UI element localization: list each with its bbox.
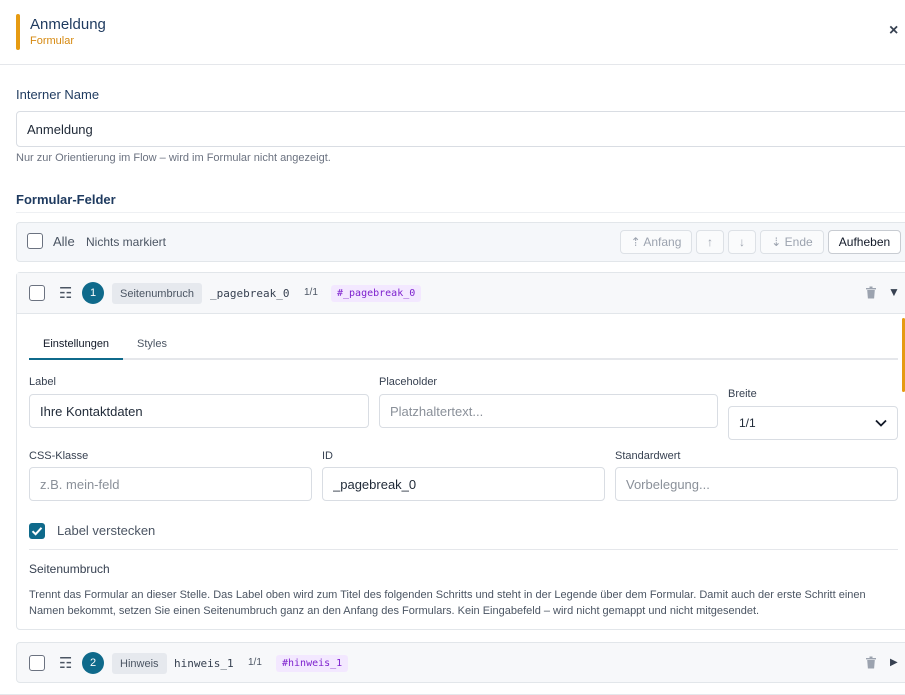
hide-label-checkbox[interactable] xyxy=(29,523,45,539)
modal-title: Anmeldung xyxy=(30,16,106,33)
trash-icon[interactable] xyxy=(865,286,877,299)
field-type-badge: Hinweis xyxy=(112,653,167,674)
label-input[interactable] xyxy=(29,394,369,428)
expand-chevron-icon[interactable]: ▶ xyxy=(890,657,898,668)
placeholder-field-label: Placeholder xyxy=(379,376,438,388)
field-id-tag: #hinweis_1 xyxy=(276,655,349,672)
field-type-badge: Seitenumbruch xyxy=(112,283,202,304)
field-card-pagebreak: ☶ 1 Seitenumbruch _pagebreak_0 1/1 #_pag… xyxy=(16,272,905,630)
field-select-checkbox[interactable] xyxy=(29,285,45,301)
move-to-end-button[interactable]: ⇣ Ende xyxy=(760,230,824,254)
field-width: 1/1 xyxy=(248,657,262,668)
field-number-badge: 1 xyxy=(82,282,104,304)
checkmark-icon xyxy=(31,527,43,536)
placeholder-input[interactable] xyxy=(379,394,718,428)
internal-name-help: Nur zur Orientierung im Flow – wird im F… xyxy=(16,152,331,164)
width-select-value: 1/1 xyxy=(739,416,756,430)
tab-styles[interactable]: Styles xyxy=(137,338,167,350)
field-number-badge: 2 xyxy=(82,652,104,674)
css-class-field-label: CSS-Klasse xyxy=(29,450,89,462)
id-input[interactable] xyxy=(322,467,605,501)
label-field-label: Label xyxy=(29,376,56,388)
collapse-chevron-icon[interactable]: ▼ xyxy=(888,285,900,299)
select-all-label: Alle xyxy=(53,234,75,249)
select-all-checkbox[interactable] xyxy=(27,233,43,249)
default-value-input[interactable] xyxy=(615,467,898,501)
field-tabs: Einstellungen Styles xyxy=(29,329,898,360)
close-icon[interactable]: × xyxy=(889,22,898,40)
info-divider xyxy=(29,549,898,550)
move-up-button[interactable]: ↑ xyxy=(696,230,724,254)
css-class-input[interactable] xyxy=(29,467,312,501)
field-select-checkbox[interactable] xyxy=(29,655,45,671)
drag-handle-icon[interactable]: ☶ xyxy=(59,654,72,672)
clear-selection-button[interactable]: Aufheben xyxy=(828,230,901,254)
width-field-label: Breite xyxy=(728,388,757,400)
field-card-header[interactable]: ☶ 1 Seitenumbruch _pagebreak_0 1/1 #_pag… xyxy=(17,273,905,314)
move-down-button[interactable]: ↓ xyxy=(728,230,756,254)
move-to-start-button[interactable]: ⇡ Anfang xyxy=(620,230,692,254)
modal-subtitle: Formular xyxy=(30,35,75,47)
field-name: hinweis_1 xyxy=(174,657,234,670)
internal-name-input[interactable] xyxy=(16,111,905,147)
default-value-field-label: Standardwert xyxy=(615,450,681,462)
chevron-down-icon xyxy=(875,419,887,427)
field-name: _pagebreak_0 xyxy=(210,287,290,300)
id-field-label: ID xyxy=(322,450,333,462)
selection-status: Nichts markiert xyxy=(86,235,167,249)
field-width: 1/1 xyxy=(304,287,318,298)
hide-label-text: Label verstecken xyxy=(57,523,156,538)
trash-icon[interactable] xyxy=(865,656,877,669)
drag-handle-icon[interactable]: ☶ xyxy=(59,284,72,302)
info-description: Trennt das Formular an dieser Stelle. Da… xyxy=(29,589,866,617)
header-accent-bar xyxy=(16,14,20,50)
field-card-hinweis[interactable]: ☶ 2 Hinweis hinweis_1 1/1 #hinweis_1 ▶ xyxy=(16,642,905,683)
field-id-tag: #_pagebreak_0 xyxy=(331,285,422,302)
info-title: Seitenumbruch xyxy=(29,562,110,576)
modal-header: Anmeldung Formular × xyxy=(0,0,905,65)
active-tab-indicator xyxy=(29,358,123,360)
width-select[interactable]: 1/1 xyxy=(728,406,898,440)
tab-settings[interactable]: Einstellungen xyxy=(43,338,109,350)
fields-section-title: Formular-Felder xyxy=(16,192,116,207)
section-divider xyxy=(16,212,905,213)
bulk-toolbar: Alle Nichts markiert ⇡ Anfang ↑ ↓ ⇣ Ende… xyxy=(16,222,905,262)
internal-name-label: Interner Name xyxy=(16,87,100,102)
